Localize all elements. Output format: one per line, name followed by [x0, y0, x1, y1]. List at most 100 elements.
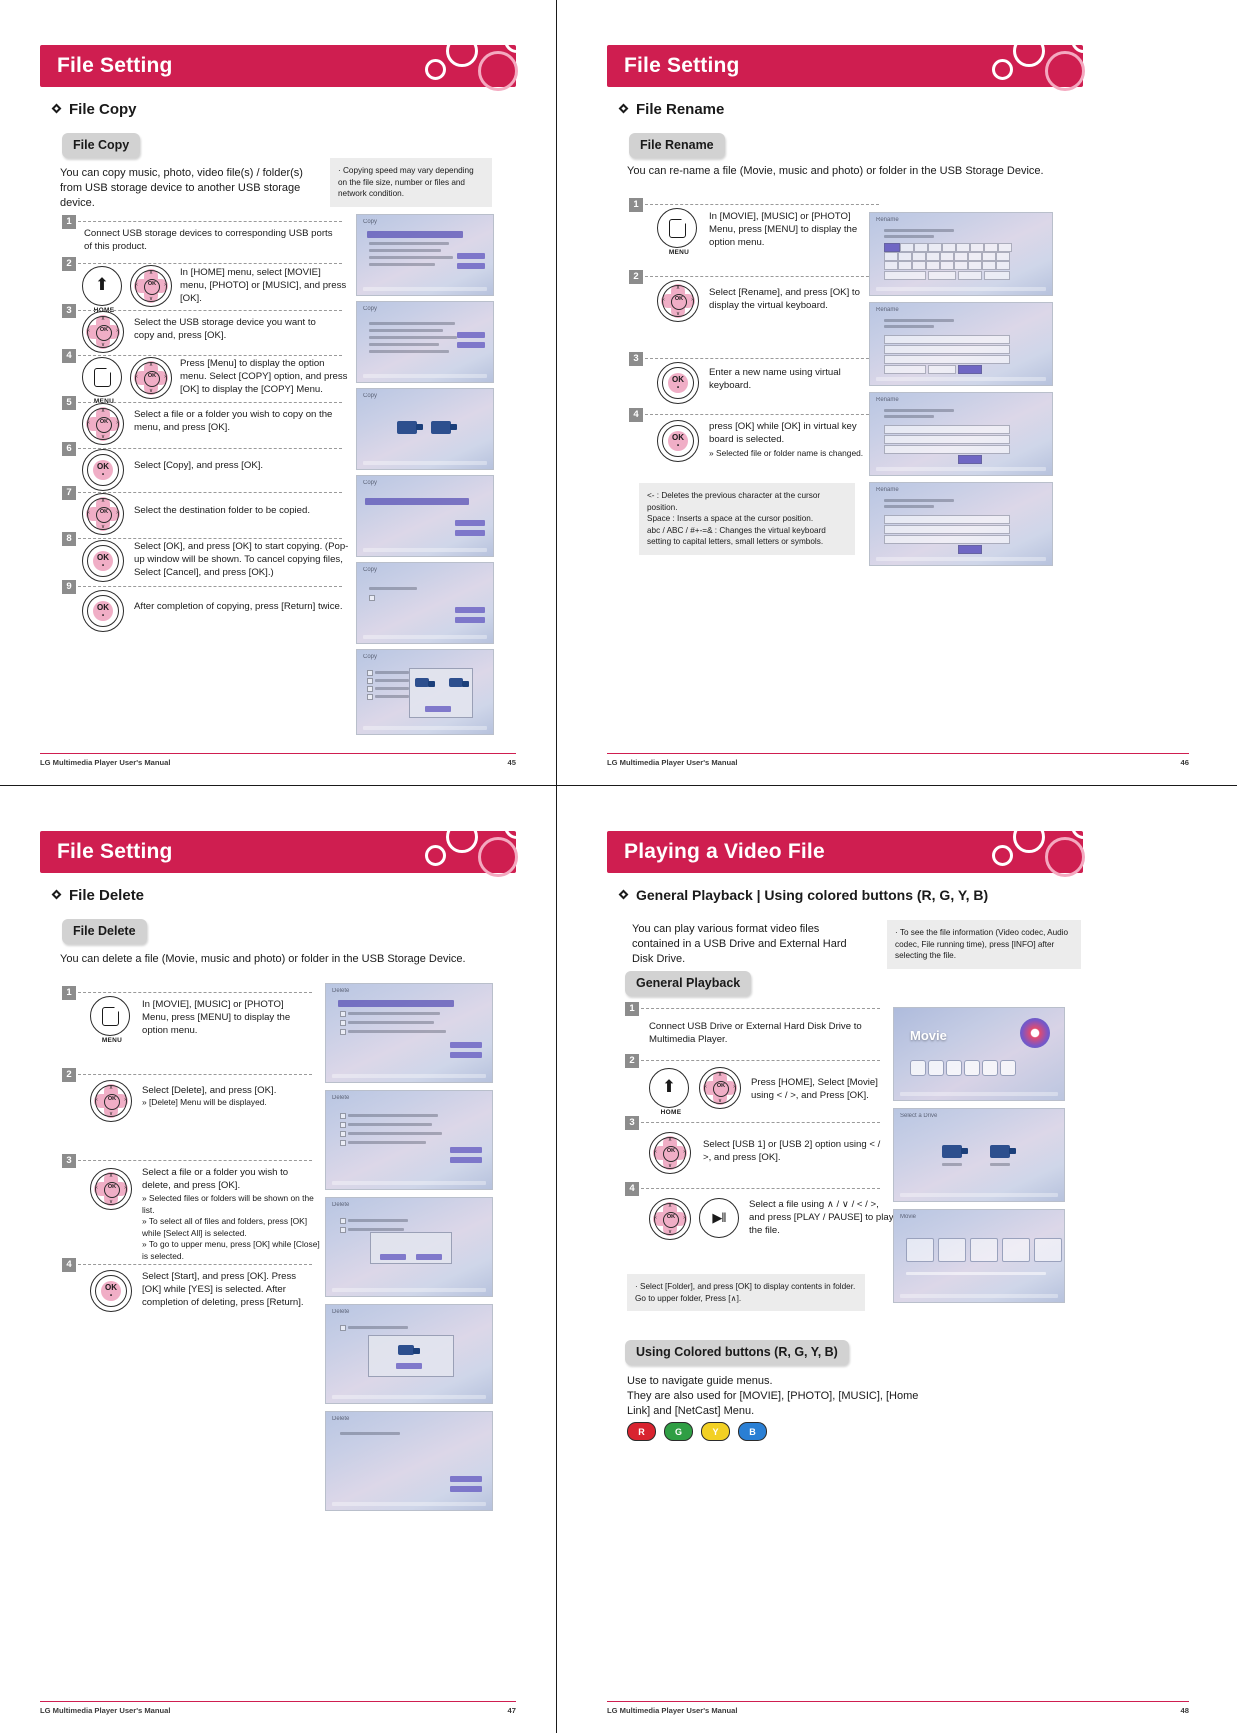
footer-page-number: 45 — [507, 758, 516, 767]
section-heading: File Copy — [52, 101, 137, 118]
step-text: After completion of copying, press [Retu… — [134, 601, 343, 612]
step-text: Select a file or a folder you wish to co… — [134, 409, 333, 433]
step-number: 2 — [62, 257, 76, 271]
banner-title: File Setting — [57, 840, 173, 863]
pill-label: File Rename — [629, 133, 725, 158]
step-text: Connect USB Drive or External Hard Disk … — [649, 1021, 862, 1045]
tv-screenshot: Rename — [869, 482, 1053, 566]
page-47: File Setting File Delete File Delete You… — [0, 786, 556, 1733]
step-number: 4 — [629, 408, 643, 422]
step-text: Select [Rename], and press [OK] to displ… — [709, 287, 860, 311]
screenshot-caption: Delete — [332, 1309, 350, 1315]
section-heading: File Delete — [52, 887, 144, 904]
intro-paragraph: You can delete a file (Movie, music and … — [60, 953, 466, 965]
tv-screenshot: Delete — [325, 983, 493, 1083]
nav-key-icon: OK ∧ ∨ ‹ › — [699, 1067, 741, 1109]
step-text: Select [Copy], and press [OK]. — [134, 460, 264, 471]
ok-key-icon: OK • — [657, 420, 699, 462]
screenshot-caption: Rename — [876, 397, 899, 403]
step-number: 3 — [62, 1154, 76, 1168]
nav-key-icon: OK ∧ ∨ ‹ › — [657, 280, 699, 322]
step-text: Select [Start], and press [OK]. Press [O… — [142, 1271, 304, 1308]
step-number: 4 — [625, 1182, 639, 1196]
step-row: 7 OK ∧ ∨ ‹ › Select the destination folder … — [62, 486, 342, 535]
subsection-pill: File Rename — [629, 133, 725, 158]
step-number: 5 — [62, 396, 76, 410]
step-row: 2 ⬆ HOME OK ∧ ∨ ‹ › Press [HOME], Select [Mo… — [625, 1054, 880, 1116]
screenshot-caption: Copy — [363, 480, 378, 486]
tv-screenshot: Movie — [893, 1007, 1065, 1101]
step-subtext: » [Delete] Menu will be displayed. — [142, 1097, 267, 1107]
step-number: 2 — [625, 1054, 639, 1068]
menu-key-icon: MENU — [90, 996, 134, 1044]
manual-spread: File Setting File Copy File Copy You can… — [0, 0, 1237, 1733]
step-text: Select [USB 1] or [USB 2] option using <… — [703, 1139, 881, 1163]
footer-page-number: 48 — [1180, 1706, 1189, 1715]
color-button-blue[interactable]: B — [738, 1422, 767, 1441]
page-banner: File Setting — [40, 813, 530, 877]
page-footer: LG Multimedia Player User's Manual 45 — [40, 753, 516, 767]
note-box: <- : Deletes the previous character at t… — [639, 483, 855, 555]
tv-screenshot: Rename — [869, 212, 1053, 296]
screenshot-caption: Movie — [910, 1028, 947, 1043]
step-row: 1 Connect USB Drive or External Hard Dis… — [625, 1002, 880, 1054]
step-subtext: » Selected files or folders will be show… — [142, 1193, 320, 1261]
screenshot-caption: Copy — [363, 306, 378, 312]
screenshot-caption: Rename — [876, 217, 899, 223]
tv-screenshot: Copy — [356, 649, 494, 735]
step-number: 9 — [62, 580, 76, 594]
banner-bubbles-decoration — [971, 27, 1097, 99]
colored-buttons-paragraph: Use to navigate guide menus. They are al… — [627, 1375, 919, 1417]
step-number: 4 — [62, 1258, 76, 1272]
step-number: 8 — [62, 532, 76, 546]
step-row: 6 OK • Select [Copy], and press [OK]. — [62, 442, 342, 491]
diamond-bullet-icon — [52, 890, 63, 901]
step-number: 1 — [629, 198, 643, 212]
section-heading-label: General Playback | Using colored buttons… — [636, 887, 989, 903]
step-text: press [OK] while [OK] in virtual key boa… — [709, 421, 857, 445]
menu-key-icon: MENU — [657, 208, 701, 256]
step-row: 1 MENU In [MOVIE], [MUSIC] or [PHOTO] Me… — [62, 986, 312, 1068]
step-text: Select the destination folder to be copi… — [134, 505, 311, 516]
step-number: 1 — [62, 215, 76, 229]
step-row: 4 OK • Select [Start], and press [OK]. Pr… — [62, 1258, 312, 1338]
screenshot-caption: Copy — [363, 654, 378, 660]
screenshot-caption: Delete — [332, 1202, 350, 1208]
color-button-yellow[interactable]: Y — [701, 1422, 730, 1441]
tv-screenshot: Movie — [893, 1209, 1065, 1303]
tv-screenshot: Rename — [869, 302, 1053, 386]
color-button-green[interactable]: G — [664, 1422, 693, 1441]
nav-key-icon: OK ∧ ∨ ‹ › — [82, 493, 124, 535]
section-heading-label: File Rename — [636, 101, 725, 118]
section-heading: File Rename — [619, 101, 724, 118]
color-button-red[interactable]: R — [627, 1422, 656, 1441]
nav-key-icon: OK ∧ ∨ ‹ › — [130, 265, 172, 307]
screenshot-caption: Rename — [876, 307, 899, 313]
screenshot-caption: Movie — [900, 1214, 917, 1220]
footer-manual-title: LG Multimedia Player User's Manual — [40, 758, 171, 767]
pill-label: File Delete — [62, 919, 147, 944]
screenshot-caption: Delete — [332, 1095, 350, 1101]
diamond-bullet-icon — [52, 104, 63, 115]
step-number: 2 — [629, 270, 643, 284]
tv-screenshot: Delete — [325, 1090, 493, 1190]
step-number: 1 — [625, 1002, 639, 1016]
page-banner: File Setting — [40, 27, 530, 91]
pill-label: File Copy — [62, 133, 141, 158]
step-number: 7 — [62, 486, 76, 500]
screenshot-caption: Select a Drive — [900, 1113, 938, 1119]
subsection-pill: File Copy — [62, 133, 141, 158]
step-row: 2 OK ∧ ∨ ‹ › Select [Rename], and press [OK… — [629, 270, 879, 352]
step-text: Press [HOME], Select [Movie] using < / >… — [751, 1077, 878, 1101]
footer-manual-title: LG Multimedia Player User's Manual — [607, 1706, 738, 1715]
step-row: 3 OK ∧ ∨ ‹ › Select [USB 1] or [USB 2] opti… — [625, 1116, 880, 1182]
step-text: In [MOVIE], [MUSIC] or [PHOTO] Menu, pre… — [142, 999, 291, 1036]
step-row: 3 OK • Enter a new name using virtual key… — [629, 352, 879, 408]
banner-title: Playing a Video File — [624, 840, 825, 863]
note-box-2: · Select [Folder], and press [OK] to dis… — [627, 1274, 865, 1311]
page-footer: LG Multimedia Player User's Manual 48 — [607, 1701, 1189, 1715]
tv-screenshot: Copy — [356, 562, 494, 644]
tv-screenshot: Delete — [325, 1197, 493, 1297]
ok-key-icon: OK • — [82, 590, 124, 632]
pill-label: General Playback — [625, 971, 752, 996]
